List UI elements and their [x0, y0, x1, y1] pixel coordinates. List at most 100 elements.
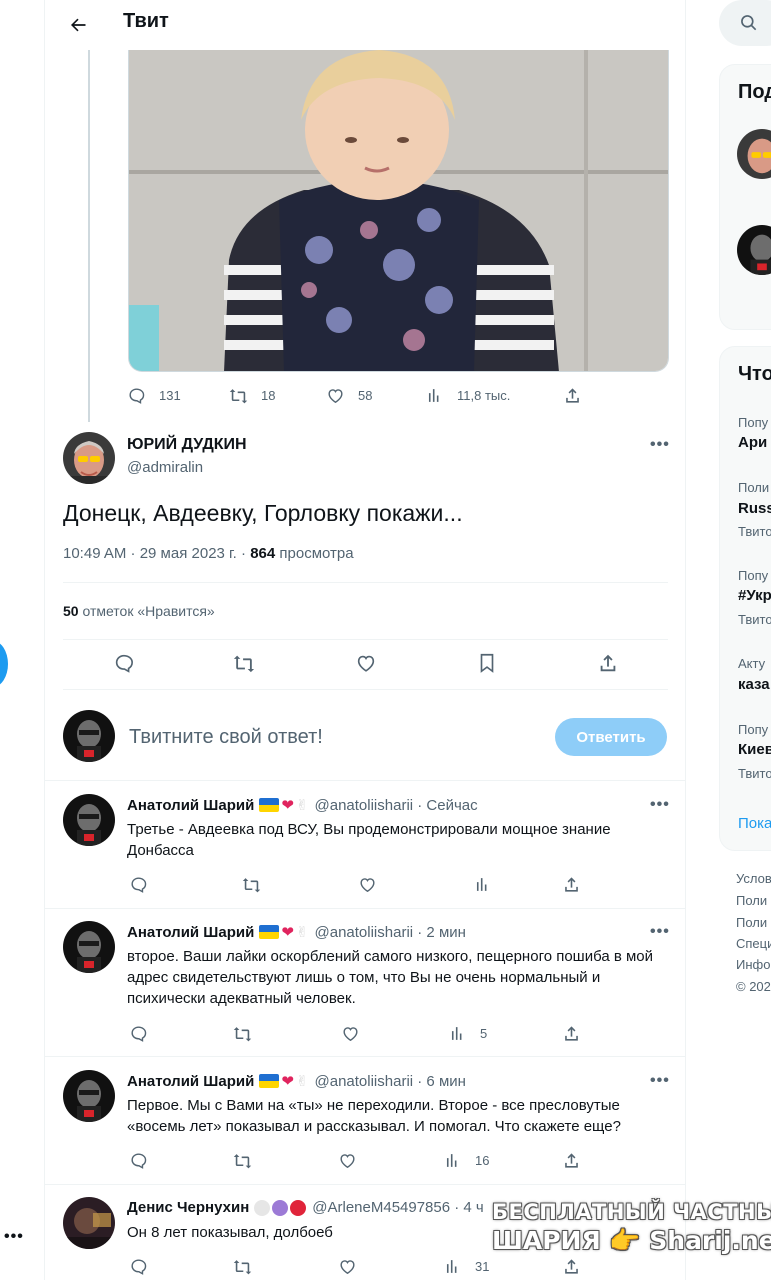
- more-options-icon[interactable]: •••: [650, 1072, 670, 1090]
- reply-avatar[interactable]: [63, 1070, 115, 1122]
- red-heart-icon: ❤: [281, 924, 294, 941]
- trend-count: Твито: [738, 766, 771, 781]
- share-action[interactable]: [562, 1151, 581, 1170]
- copyright: © 202: [736, 979, 771, 994]
- heart-icon: [328, 389, 343, 404]
- reply-icon[interactable]: [113, 652, 137, 676]
- my-avatar[interactable]: [63, 710, 115, 762]
- reply-icon: [129, 388, 145, 404]
- footer-link[interactable]: Услов: [736, 871, 771, 886]
- footer-link[interactable]: Специ: [736, 936, 771, 951]
- more-options-icon[interactable]: •••: [650, 796, 670, 814]
- trend-name[interactable]: #Укр: [738, 587, 771, 604]
- trend-count: Твито: [738, 612, 771, 627]
- likes-summary[interactable]: 50 отметок «Нравится»: [63, 603, 215, 619]
- more-options-icon[interactable]: •••: [650, 923, 670, 941]
- retweet-action[interactable]: [233, 1151, 252, 1170]
- reply-avatar[interactable]: [63, 794, 115, 846]
- reply-icon: [131, 1153, 147, 1169]
- reply-action[interactable]: [129, 875, 148, 894]
- tweet-meta: 10:49 AM · 29 мая 2023 г. · 864 просмотр…: [63, 545, 354, 562]
- reply-handle-time[interactable]: @anatoliisharii · 2 мин: [315, 924, 466, 941]
- like-action[interactable]: [338, 1151, 357, 1170]
- views-count: 11,8 тыс.: [457, 388, 511, 403]
- reply-author-name[interactable]: Анатолий Шарий: [127, 797, 254, 814]
- tweet-photo[interactable]: [128, 50, 669, 372]
- like-action[interactable]: [338, 1257, 357, 1276]
- reply-author-name[interactable]: Анатолий Шарий: [127, 924, 254, 941]
- trend-name[interactable]: Russ: [738, 500, 771, 517]
- like-action[interactable]: 58: [326, 386, 372, 405]
- victory-hand-icon: ✌: [295, 924, 309, 941]
- views-count: 5: [480, 1026, 488, 1041]
- retweet-action[interactable]: 18: [229, 386, 275, 405]
- retweet-action[interactable]: [242, 875, 261, 894]
- reply-action[interactable]: [129, 1151, 148, 1170]
- watermark-line-2: ШАРИЯ 👉 Sharij.net: [492, 1226, 771, 1255]
- ukraine-flag-icon: [259, 1074, 280, 1088]
- compose-fab-edge[interactable]: [0, 641, 8, 687]
- likes-label: отметок «Нравится»: [78, 603, 215, 619]
- views-action[interactable]: [473, 875, 492, 894]
- white-circle-icon: [254, 1199, 271, 1216]
- reply-author-name[interactable]: Денис Чернухин: [127, 1199, 249, 1216]
- divider: [63, 582, 668, 583]
- reply-action[interactable]: [129, 1024, 148, 1043]
- retweet-icon: [229, 389, 248, 404]
- profile-badges: ❤ ✌: [259, 1072, 309, 1090]
- author-avatar[interactable]: [63, 432, 115, 484]
- views-action[interactable]: 5: [448, 1024, 487, 1043]
- retweet-icon[interactable]: [233, 652, 257, 676]
- main-column: Твит 131 18 58 11,8 тыс. ЮРИЙ ДУДКИН @ad…: [44, 0, 686, 1280]
- author-name[interactable]: ЮРИЙ ДУДКИН: [127, 436, 247, 454]
- trend-name[interactable]: Ари: [738, 434, 767, 451]
- reply-input[interactable]: Твитните свой ответ!: [129, 726, 323, 749]
- reply-author-name[interactable]: Анатолий Шарий: [127, 1073, 254, 1090]
- profile-badges: ❤ ✌: [259, 923, 309, 941]
- reply-action[interactable]: 131: [127, 386, 181, 405]
- views-action[interactable]: 11,8 тыс.: [425, 386, 510, 405]
- reply-text: второе. Ваши лайки оскорблений самого ни…: [127, 948, 654, 1007]
- page-title: Твит: [123, 10, 169, 32]
- like-action[interactable]: [358, 875, 377, 894]
- bookmark-icon[interactable]: [476, 652, 500, 676]
- footer-link[interactable]: Инфо: [736, 957, 770, 972]
- search-box[interactable]: [719, 0, 771, 46]
- like-action[interactable]: [341, 1024, 360, 1043]
- retweet-action[interactable]: [233, 1257, 252, 1276]
- reply-handle-time[interactable]: @anatoliisharii · Сейчас: [315, 797, 478, 814]
- heart-icon[interactable]: [355, 652, 379, 676]
- show-more-link[interactable]: Пока: [738, 815, 771, 832]
- trend-count: Твито: [738, 524, 771, 539]
- share-action[interactable]: [562, 1024, 581, 1043]
- reply-avatar[interactable]: [63, 921, 115, 973]
- suggested-avatar[interactable]: [737, 129, 771, 179]
- reply-submit-button[interactable]: Ответить: [555, 718, 667, 756]
- share-action[interactable]: [562, 875, 581, 894]
- views-action[interactable]: 16: [443, 1151, 489, 1170]
- views-chart-icon: [428, 389, 439, 402]
- retweet-icon: [242, 878, 261, 893]
- trend-name[interactable]: каза: [738, 676, 770, 693]
- back-arrow-icon[interactable]: [63, 10, 93, 40]
- more-options-icon[interactable]: •••: [650, 436, 670, 454]
- more-menu-icon[interactable]: •••: [4, 1228, 24, 1246]
- share-action[interactable]: [563, 386, 582, 405]
- footer-link[interactable]: Поли: [736, 915, 767, 930]
- views-action[interactable]: 31: [443, 1257, 489, 1276]
- reply-action[interactable]: [129, 1257, 148, 1276]
- tweet-timestamp[interactable]: 10:49 AM · 29 мая 2023 г. ·: [63, 545, 250, 562]
- share-icon: [565, 1153, 578, 1168]
- reply-handle-time[interactable]: @ArleneM45497856 · 4 ч: [312, 1199, 483, 1216]
- trend-name[interactable]: Киев: [738, 741, 771, 758]
- reply-avatar[interactable]: [63, 1197, 115, 1249]
- reply-text: Первое. Мы с Вами на «ты» не переходили.…: [127, 1097, 621, 1135]
- share-action[interactable]: [562, 1257, 581, 1276]
- author-handle[interactable]: @admiralin: [127, 459, 203, 476]
- retweet-action[interactable]: [233, 1024, 252, 1043]
- suggested-avatar[interactable]: [737, 225, 771, 275]
- reply-handle-time[interactable]: @anatoliisharii · 6 мин: [315, 1073, 466, 1090]
- footer-link[interactable]: Поли: [736, 893, 767, 908]
- divider: [45, 780, 685, 781]
- share-icon[interactable]: [597, 652, 621, 676]
